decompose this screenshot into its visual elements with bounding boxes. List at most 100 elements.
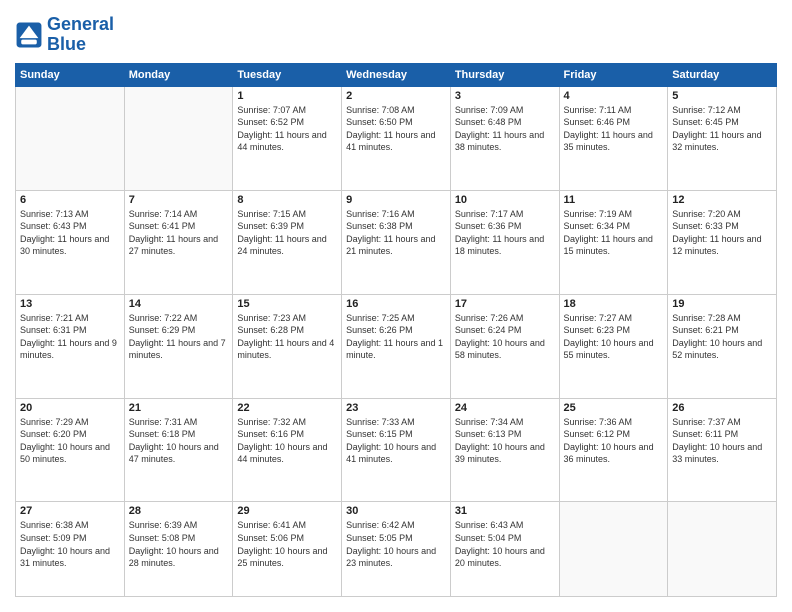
logo-text-line2: Blue [47, 35, 114, 55]
calendar-cell [559, 502, 668, 597]
calendar-table: SundayMondayTuesdayWednesdayThursdayFrid… [15, 63, 777, 597]
calendar-week-4: 20 Sunrise: 7:29 AM Sunset: 6:20 PM Dayli… [16, 398, 777, 502]
calendar-cell: 14Sunrise: 7:22 AM Sunset: 6:29 PM Dayli… [124, 294, 233, 398]
calendar-cell: 16 Sunrise: 7:25 AM Sunset: 6:26 PM Dayli… [342, 294, 451, 398]
day-info: Sunrise: 7:21 AM Sunset: 6:31 PM Dayligh… [20, 312, 120, 362]
day-number: 25 [564, 402, 664, 414]
day-info: Sunrise: 7:11 AM Sunset: 6:46 PM Dayligh… [564, 104, 664, 154]
calendar-cell: 21 Sunrise: 7:31 AM Sunset: 6:18 PM Dayli… [124, 398, 233, 502]
day-number: 9 [346, 194, 446, 206]
day-number: 5 [672, 90, 772, 102]
calendar-cell: 31 Sunrise: 6:43 AM Sunset: 5:04 PM Dayli… [450, 502, 559, 597]
day-number: 13 [20, 298, 120, 310]
calendar-week-5: 27 Sunrise: 6:38 AM Sunset: 5:09 PM Dayli… [16, 502, 777, 597]
day-info: Sunrise: 7:25 AM Sunset: 6:26 PM Dayligh… [346, 312, 446, 362]
day-info: Sunrise: 7:32 AM Sunset: 6:16 PM Dayligh… [237, 416, 337, 466]
calendar-cell [16, 86, 125, 190]
calendar-cell: 8 Sunrise: 7:15 AM Sunset: 6:39 PM Daylig… [233, 190, 342, 294]
day-info: Sunrise: 7:15 AM Sunset: 6:39 PM Dayligh… [237, 208, 337, 258]
calendar-cell: 25 Sunrise: 7:36 AM Sunset: 6:12 PM Dayli… [559, 398, 668, 502]
weekday-header-tuesday: Tuesday [233, 63, 342, 86]
day-info: Sunrise: 7:19 AM Sunset: 6:34 PM Dayligh… [564, 208, 664, 258]
day-info: Sunrise: 7:26 AM Sunset: 6:24 PM Dayligh… [455, 312, 555, 362]
weekday-header-saturday: Saturday [668, 63, 777, 86]
day-info: Sunrise: 7:33 AM Sunset: 6:15 PM Dayligh… [346, 416, 446, 466]
weekday-header-wednesday: Wednesday [342, 63, 451, 86]
calendar-cell: 23 Sunrise: 7:33 AM Sunset: 6:15 PM Dayli… [342, 398, 451, 502]
calendar-week-1: 1Sunrise: 7:07 AM Sunset: 6:52 PM Daylig… [16, 86, 777, 190]
day-info: Sunrise: 7:23 AM Sunset: 6:28 PM Dayligh… [237, 312, 337, 362]
day-number: 24 [455, 402, 555, 414]
calendar-cell: 29Sunrise: 6:41 AM Sunset: 5:06 PM Dayli… [233, 502, 342, 597]
day-number: 26 [672, 402, 772, 414]
day-number: 8 [237, 194, 337, 206]
day-info: Sunrise: 7:07 AM Sunset: 6:52 PM Dayligh… [237, 104, 337, 154]
calendar-cell: 5Sunrise: 7:12 AM Sunset: 6:45 PM Daylig… [668, 86, 777, 190]
day-info: Sunrise: 7:08 AM Sunset: 6:50 PM Dayligh… [346, 104, 446, 154]
logo: General Blue [15, 15, 114, 55]
day-info: Sunrise: 7:17 AM Sunset: 6:36 PM Dayligh… [455, 208, 555, 258]
day-info: Sunrise: 7:09 AM Sunset: 6:48 PM Dayligh… [455, 104, 555, 154]
calendar-cell [124, 86, 233, 190]
calendar-cell: 3 Sunrise: 7:09 AM Sunset: 6:48 PM Daylig… [450, 86, 559, 190]
logo-text-line1: General [47, 15, 114, 35]
day-info: Sunrise: 7:31 AM Sunset: 6:18 PM Dayligh… [129, 416, 229, 466]
day-number: 27 [20, 505, 120, 517]
day-info: Sunrise: 7:22 AM Sunset: 6:29 PM Dayligh… [129, 312, 229, 362]
page-header: General Blue [15, 15, 777, 55]
day-number: 18 [564, 298, 664, 310]
day-info: Sunrise: 7:28 AM Sunset: 6:21 PM Dayligh… [672, 312, 772, 362]
calendar-cell: 12 Sunrise: 7:20 AM Sunset: 6:33 PM Dayli… [668, 190, 777, 294]
day-number: 23 [346, 402, 446, 414]
day-info: Sunrise: 7:37 AM Sunset: 6:11 PM Dayligh… [672, 416, 772, 466]
day-info: Sunrise: 7:34 AM Sunset: 6:13 PM Dayligh… [455, 416, 555, 466]
calendar-cell: 6 Sunrise: 7:13 AM Sunset: 6:43 PM Daylig… [16, 190, 125, 294]
weekday-header-friday: Friday [559, 63, 668, 86]
day-number: 2 [346, 90, 446, 102]
day-info: Sunrise: 6:38 AM Sunset: 5:09 PM Dayligh… [20, 519, 120, 569]
day-number: 30 [346, 505, 446, 517]
calendar-cell: 11 Sunrise: 7:19 AM Sunset: 6:34 PM Dayli… [559, 190, 668, 294]
logo-icon [15, 21, 43, 49]
day-number: 28 [129, 505, 229, 517]
weekday-header-sunday: Sunday [16, 63, 125, 86]
day-number: 17 [455, 298, 555, 310]
calendar-cell: 15 Sunrise: 7:23 AM Sunset: 6:28 PM Dayli… [233, 294, 342, 398]
day-number: 15 [237, 298, 337, 310]
calendar-cell: 1Sunrise: 7:07 AM Sunset: 6:52 PM Daylig… [233, 86, 342, 190]
calendar-cell: 19 Sunrise: 7:28 AM Sunset: 6:21 PM Dayli… [668, 294, 777, 398]
day-number: 7 [129, 194, 229, 206]
day-number: 3 [455, 90, 555, 102]
calendar-cell: 28 Sunrise: 6:39 AM Sunset: 5:08 PM Dayli… [124, 502, 233, 597]
day-number: 19 [672, 298, 772, 310]
calendar-cell: 10 Sunrise: 7:17 AM Sunset: 6:36 PM Dayli… [450, 190, 559, 294]
day-number: 10 [455, 194, 555, 206]
day-number: 16 [346, 298, 446, 310]
day-number: 31 [455, 505, 555, 517]
day-number: 4 [564, 90, 664, 102]
calendar-cell: 2 Sunrise: 7:08 AM Sunset: 6:50 PM Daylig… [342, 86, 451, 190]
calendar-cell: 4 Sunrise: 7:11 AM Sunset: 6:46 PM Daylig… [559, 86, 668, 190]
day-number: 11 [564, 194, 664, 206]
calendar-cell: 13 Sunrise: 7:21 AM Sunset: 6:31 PM Dayli… [16, 294, 125, 398]
day-info: Sunrise: 6:43 AM Sunset: 5:04 PM Dayligh… [455, 519, 555, 569]
day-info: Sunrise: 6:42 AM Sunset: 5:05 PM Dayligh… [346, 519, 446, 569]
calendar-body: 1Sunrise: 7:07 AM Sunset: 6:52 PM Daylig… [16, 86, 777, 596]
day-number: 6 [20, 194, 120, 206]
weekday-header-thursday: Thursday [450, 63, 559, 86]
calendar-week-3: 13 Sunrise: 7:21 AM Sunset: 6:31 PM Dayli… [16, 294, 777, 398]
day-info: Sunrise: 7:29 AM Sunset: 6:20 PM Dayligh… [20, 416, 120, 466]
calendar-cell: 20 Sunrise: 7:29 AM Sunset: 6:20 PM Dayli… [16, 398, 125, 502]
day-info: Sunrise: 6:39 AM Sunset: 5:08 PM Dayligh… [129, 519, 229, 569]
calendar-cell: 7 Sunrise: 7:14 AM Sunset: 6:41 PM Daylig… [124, 190, 233, 294]
day-number: 20 [20, 402, 120, 414]
day-number: 12 [672, 194, 772, 206]
calendar-cell: 18 Sunrise: 7:27 AM Sunset: 6:23 PM Dayli… [559, 294, 668, 398]
day-info: Sunrise: 7:36 AM Sunset: 6:12 PM Dayligh… [564, 416, 664, 466]
day-info: Sunrise: 7:27 AM Sunset: 6:23 PM Dayligh… [564, 312, 664, 362]
day-info: Sunrise: 7:20 AM Sunset: 6:33 PM Dayligh… [672, 208, 772, 258]
day-info: Sunrise: 7:14 AM Sunset: 6:41 PM Dayligh… [129, 208, 229, 258]
day-info: Sunrise: 7:13 AM Sunset: 6:43 PM Dayligh… [20, 208, 120, 258]
calendar-header-row: SundayMondayTuesdayWednesdayThursdayFrid… [16, 63, 777, 86]
day-number: 21 [129, 402, 229, 414]
